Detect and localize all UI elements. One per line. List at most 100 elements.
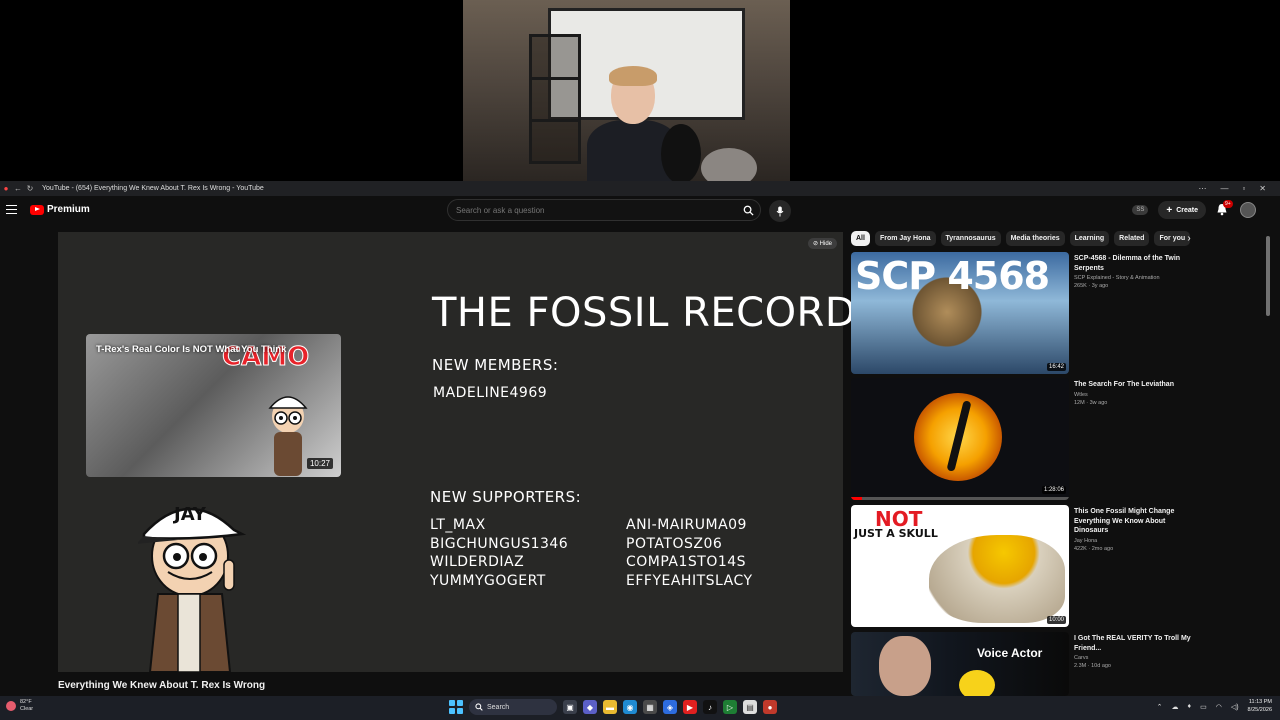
windows-start-icon[interactable] — [449, 700, 463, 714]
wifi-icon[interactable]: ◠ — [1216, 703, 1222, 711]
more-options-icon[interactable]: ⋯ — [1198, 184, 1206, 193]
taskbar-search-label: Search — [487, 703, 510, 711]
document-icon[interactable]: ▤ — [743, 700, 757, 714]
avatar[interactable] — [1240, 202, 1256, 218]
youtube-logo[interactable]: Premium — [30, 204, 90, 215]
recommendation-meta: I Got The REAL VERITY To Troll My Friend… — [1074, 634, 1196, 669]
recommendation-stats: 2.3M · 10d ago — [1074, 663, 1111, 669]
supporter-name: ANI-MAIRUMA09 — [626, 517, 747, 533]
menu-icon[interactable] — [6, 205, 17, 214]
maximize-icon[interactable]: ▫ — [1242, 184, 1245, 193]
thumbnail-text: Voice Actor — [977, 646, 1043, 660]
edge-icon[interactable]: ◉ — [623, 700, 637, 714]
chrome-icon[interactable]: ● — [763, 700, 777, 714]
hide-button[interactable]: ⊘ Hide — [807, 238, 837, 249]
filter-chips: All From Jay Hona Tyrannosaurus Media th… — [851, 231, 1196, 247]
chip-from-channel[interactable]: From Jay Hona — [874, 231, 936, 246]
recommendation-title[interactable]: SCP-4568 - Dilemma of the Twin Serpents — [1074, 254, 1196, 273]
file-explorer-icon[interactable]: ▬ — [603, 700, 617, 714]
page-scrollbar[interactable] — [1266, 236, 1270, 316]
system-tray: ⌃ ☁ ♦ ▭ ◠ ◁) 11:13 PM 8/25/2026 — [1157, 699, 1272, 714]
recommendation-channel[interactable]: Jay Hona — [1074, 538, 1196, 544]
display-icon[interactable]: ▭ — [1200, 703, 1207, 711]
chip-related[interactable]: Related — [1114, 231, 1150, 246]
chip-media-theories[interactable]: Media theories — [1005, 231, 1065, 246]
webcam-person — [587, 66, 679, 181]
calculator-icon[interactable]: ▦ — [643, 700, 657, 714]
chip-tyrannosaurus[interactable]: Tyrannosaurus — [940, 231, 1001, 246]
copilot-icon[interactable]: ◆ — [583, 700, 597, 714]
reload-icon[interactable]: ↻ — [24, 184, 36, 193]
notifications-button[interactable]: 9+ — [1216, 200, 1233, 217]
recommendation-stats: 422K · 2mo ago — [1074, 545, 1114, 552]
voice-search-button[interactable] — [769, 200, 791, 222]
taskbar-search[interactable]: Search — [469, 699, 557, 715]
search-icon — [475, 703, 483, 711]
recommendation-title[interactable]: I Got The REAL VERITY To Troll My Friend… — [1074, 634, 1196, 653]
recommendation-channel[interactable]: Carvs — [1074, 655, 1196, 661]
skull-art — [929, 535, 1065, 623]
recommendation-title[interactable]: This One Fossil Might Change Everything … — [1074, 507, 1196, 536]
taskbar-apps: Search ▣ ◆ ▬ ◉ ▦ ◈ ▶ ♪ ▷ ▤ ● — [449, 699, 777, 715]
recommendation-thumbnail[interactable]: SCP 4568 16:42 — [851, 252, 1069, 374]
recommendation-item[interactable]: 1:28:06 The Search For The Leviathan Wtl… — [851, 378, 1196, 502]
face-art — [879, 636, 931, 696]
recommendation-thumbnail[interactable]: Voice Actor — [851, 632, 1069, 696]
watch-progress-bar — [851, 497, 1069, 500]
endcard-duration: 10:27 — [306, 458, 333, 469]
minimize-icon[interactable]: — — [1220, 184, 1228, 193]
weather-widget[interactable]: 82°F Clear — [6, 699, 33, 713]
create-button[interactable]: + Create — [1158, 201, 1206, 219]
tiktok-icon[interactable]: ♪ — [703, 700, 717, 714]
microphone-tray-icon[interactable]: ♦ — [1188, 703, 1192, 710]
recommendation-channel[interactable]: Wtles — [1074, 392, 1196, 398]
recommendation-item[interactable]: NOT JUST A SKULL 10:00 This One Fossil M… — [851, 505, 1196, 629]
search-button[interactable] — [736, 200, 760, 220]
weather-desc: Clear — [20, 706, 34, 712]
endcard-video[interactable]: CAMO T-Rex's Real Color Is NOT What You … — [86, 334, 341, 477]
youtube-favicon-icon: ● — [3, 184, 9, 193]
search-box — [447, 199, 761, 221]
cloud-icon[interactable]: ☁ — [1172, 703, 1179, 711]
close-icon[interactable]: ✕ — [1259, 184, 1266, 193]
back-icon[interactable]: ← — [12, 184, 24, 193]
chip-learning[interactable]: Learning — [1069, 231, 1110, 246]
recommendation-title[interactable]: The Search For The Leviathan — [1074, 380, 1196, 390]
chevron-right-icon[interactable]: › — [1182, 232, 1196, 246]
cap-text: JAY — [172, 504, 207, 525]
webcam-microphone — [661, 124, 701, 181]
youtube-header: Premium SS + Create 9+ — [0, 196, 1280, 226]
clock-time: 11:13 PM — [1248, 699, 1272, 705]
thumbnail-text-skull: JUST A SKULL — [854, 527, 938, 540]
supporter-name: WILDERDIAZ — [430, 554, 525, 570]
eye-off-icon: ⊘ — [812, 241, 818, 247]
recommendation-channel[interactable]: SCP Explained - Story & Animation — [1074, 275, 1196, 281]
task-view-icon[interactable]: ▣ — [563, 700, 577, 714]
thumbnail-text: SCP 4568 — [855, 254, 1050, 298]
recommendation-stats: 12M · 3w ago — [1074, 399, 1108, 406]
supporter-name: YUMMYGOGERT — [430, 572, 546, 589]
recommendation-thumbnail[interactable]: 1:28:06 — [851, 378, 1069, 500]
volume-icon[interactable]: ◁) — [1231, 703, 1239, 711]
supporter-name: BIGCHUNGUS1346 — [430, 535, 569, 552]
supporter-name: POTATOSZ06 — [626, 535, 723, 552]
recommendation-meta: This One Fossil Might Change Everything … — [1074, 507, 1196, 552]
duration-badge: 16:42 — [1046, 363, 1066, 371]
store-icon[interactable]: ◈ — [663, 700, 677, 714]
supporter-name: LT_MAX — [430, 517, 486, 533]
video-player[interactable]: ⊘ Hide CAMO T-Rex's Real Color Is NOT Wh… — [58, 232, 856, 672]
search-input[interactable] — [448, 205, 736, 215]
youtube-app-icon[interactable]: ▶ — [683, 700, 697, 714]
duration-badge: 1:28:06 — [1041, 486, 1066, 494]
account-badge[interactable]: SS — [1132, 205, 1149, 215]
recommendation-thumbnail[interactable]: NOT JUST A SKULL 10:00 — [851, 505, 1069, 627]
media-player-icon[interactable]: ▷ — [723, 700, 737, 714]
recommendation-item[interactable]: SCP 4568 16:42 SCP-4568 - Dilemma of the… — [851, 252, 1196, 376]
clock[interactable]: 11:13 PM 8/25/2026 — [1248, 699, 1272, 714]
plus-icon: + — [1166, 204, 1173, 216]
chevron-up-icon[interactable]: ⌃ — [1157, 703, 1163, 711]
chip-all[interactable]: All — [851, 231, 870, 246]
duration-badge: 10:00 — [1046, 616, 1066, 624]
screen: ● ← ↻ YouTube - (654) Everything We Knew… — [0, 0, 1280, 720]
recommendation-item[interactable]: Voice Actor I Got The REAL VERITY To Tro… — [851, 632, 1196, 696]
